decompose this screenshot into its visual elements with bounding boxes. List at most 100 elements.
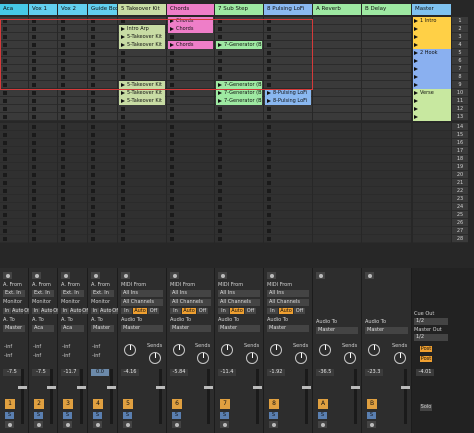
clip-slot[interactable]: [215, 57, 263, 65]
clip-slot[interactable]: [264, 131, 312, 139]
clip-stop-icon[interactable]: [267, 149, 271, 153]
input-type-select[interactable]: Ext. In: [3, 290, 25, 297]
clip-slot[interactable]: [313, 179, 361, 187]
track-activator[interactable]: 7: [220, 399, 230, 409]
track-activator[interactable]: 1: [5, 399, 15, 409]
clip-stop-icon[interactable]: [267, 43, 271, 47]
clip-stop-icon[interactable]: [170, 189, 174, 193]
scene-launch[interactable]: [413, 41, 451, 49]
clip-slot[interactable]: [362, 235, 411, 243]
clip-play-icon[interactable]: [170, 18, 174, 23]
arm-button[interactable]: [267, 272, 276, 279]
clip-slot[interactable]: [29, 155, 57, 163]
clip-stop-icon[interactable]: [91, 181, 95, 185]
clip-slot[interactable]: [0, 33, 28, 41]
clip-stop-icon[interactable]: [3, 133, 7, 137]
volume-display[interactable]: -7.5: [3, 369, 21, 376]
clip-slot[interactable]: [215, 219, 263, 227]
clip-slot[interactable]: [362, 147, 411, 155]
clip-slot[interactable]: [264, 147, 312, 155]
send-b-value[interactable]: -inf: [33, 353, 41, 359]
track-activator[interactable]: B: [367, 399, 377, 409]
scene-launch-empty[interactable]: [413, 131, 451, 139]
clip-stop-icon[interactable]: [121, 59, 125, 63]
clip-stop-icon[interactable]: [3, 27, 7, 31]
scene-launch[interactable]: [413, 113, 451, 121]
clip-stop-icon[interactable]: [61, 99, 65, 103]
monitor-auto-toggle[interactable]: Auto: [100, 308, 112, 314]
output-select[interactable]: Aca: [32, 325, 54, 332]
track-header[interactable]: Guide Box: [88, 4, 117, 15]
clip-stop-icon[interactable]: [91, 83, 95, 87]
clip-slot[interactable]: [215, 171, 263, 179]
clip-stop-icon[interactable]: [61, 59, 65, 63]
clip-slot[interactable]: [167, 147, 214, 155]
clip-stop-icon[interactable]: [32, 157, 36, 161]
clip-stop-icon[interactable]: [61, 125, 65, 129]
clip-stop-icon[interactable]: [170, 35, 174, 39]
clip-stop-icon[interactable]: [121, 115, 125, 119]
clip-slot[interactable]: [362, 17, 411, 25]
clip-slot[interactable]: [264, 105, 312, 113]
clip-slot[interactable]: [58, 195, 87, 203]
clip-stop-icon[interactable]: [91, 59, 95, 63]
clip-stop-icon[interactable]: [3, 197, 7, 201]
clip-slot[interactable]: [118, 187, 166, 195]
solo-button[interactable]: S: [34, 412, 43, 419]
clip-play-icon[interactable]: [218, 90, 222, 95]
clip-slot[interactable]: [88, 235, 117, 243]
clip[interactable]: 5-Takeover Kit: [119, 81, 165, 89]
input-type-select[interactable]: All Ins: [218, 290, 260, 297]
clip-slot[interactable]: [0, 211, 28, 219]
record-arm-button[interactable]: [63, 421, 72, 428]
volume-fader[interactable]: [156, 386, 165, 389]
scene-launch-empty[interactable]: [413, 147, 451, 155]
clip-slot[interactable]: [118, 105, 166, 113]
track-header[interactable]: 5 Takeover Kit: [118, 4, 166, 15]
clip-slot[interactable]: [88, 33, 117, 41]
scene-launch-empty[interactable]: [413, 211, 451, 219]
clip-slot[interactable]: [264, 139, 312, 147]
clip-stop-icon[interactable]: [267, 197, 271, 201]
clip-stop-icon[interactable]: [61, 213, 65, 217]
clip-play-icon[interactable]: [121, 98, 125, 103]
clip-slot[interactable]: [88, 73, 117, 81]
clip-stop-icon[interactable]: [3, 181, 7, 185]
clip-slot[interactable]: [264, 57, 312, 65]
clip-stop-icon[interactable]: [3, 213, 7, 217]
clip-slot[interactable]: [58, 81, 87, 89]
clip-slot[interactable]: [215, 235, 263, 243]
clip-slot[interactable]: [167, 227, 214, 235]
clip-slot[interactable]: [362, 113, 411, 121]
clip-slot[interactable]: [264, 187, 312, 195]
volume-display[interactable]: -11.7: [61, 369, 79, 376]
clip-slot[interactable]: [313, 139, 361, 147]
clip-stop-icon[interactable]: [3, 205, 7, 209]
clip-slot[interactable]: [167, 235, 214, 243]
clip-stop-icon[interactable]: [91, 165, 95, 169]
clip-stop-icon[interactable]: [3, 43, 7, 47]
clip-stop-icon[interactable]: [121, 19, 125, 23]
clip-slot[interactable]: [264, 123, 312, 131]
clip-stop-icon[interactable]: [3, 51, 7, 55]
track-activator[interactable]: 5: [123, 399, 133, 409]
post-button[interactable]: Post: [420, 346, 432, 352]
track-activator[interactable]: 6: [172, 399, 182, 409]
clip-slot[interactable]: [362, 139, 411, 147]
clip-stop-icon[interactable]: [3, 67, 7, 71]
clip-stop-icon[interactable]: [121, 189, 125, 193]
clip-stop-icon[interactable]: [61, 115, 65, 119]
clip-play-icon[interactable]: [121, 26, 125, 31]
scene-launch-empty[interactable]: [413, 235, 451, 243]
clip-slot[interactable]: [88, 123, 117, 131]
clip-stop-icon[interactable]: [170, 107, 174, 111]
clip-stop-icon[interactable]: [91, 67, 95, 71]
post-button[interactable]: Post: [420, 356, 432, 362]
clip-slot[interactable]: [0, 17, 28, 25]
send-b-knob[interactable]: [246, 352, 258, 364]
monitor-auto-toggle[interactable]: Auto: [70, 308, 82, 314]
clip-slot[interactable]: [29, 89, 57, 97]
clip-slot[interactable]: [313, 227, 361, 235]
arm-button[interactable]: [121, 272, 130, 279]
clip-slot[interactable]: [362, 89, 411, 97]
